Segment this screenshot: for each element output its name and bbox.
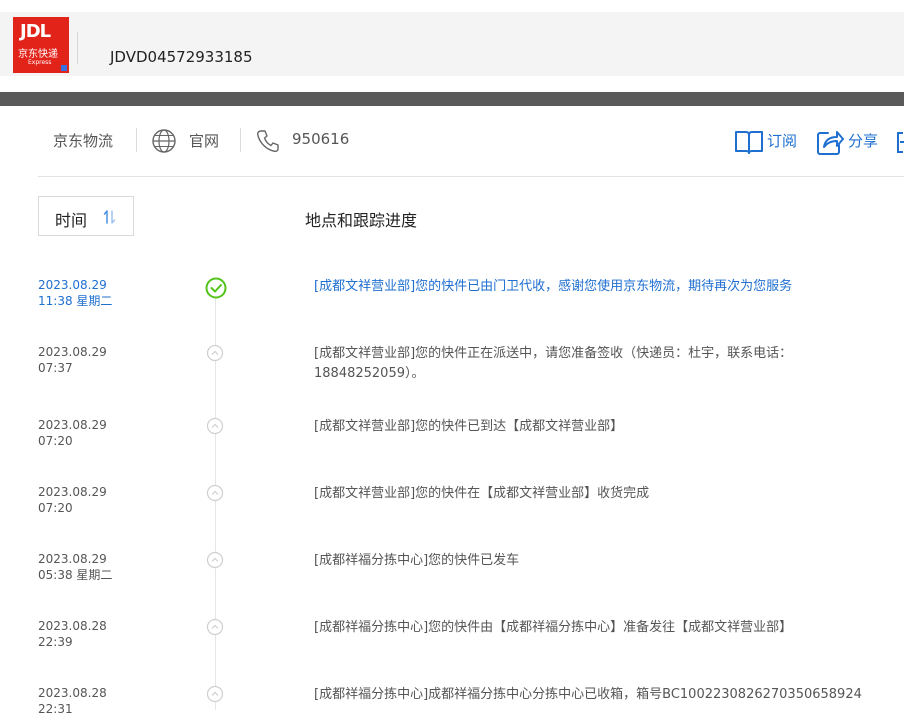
share-icon[interactable]	[816, 128, 844, 156]
overlay-band	[0, 92, 904, 106]
logo-corner-mark	[61, 65, 67, 71]
event-description: [成都文祥营业部]您的快件在【成都文祥营业部】收货完成	[314, 486, 650, 501]
event-time: 07:37	[38, 361, 73, 375]
event-time: 07:20	[38, 434, 73, 448]
event-date: 2023.08.28	[38, 686, 107, 700]
chevron-up-circle-icon	[206, 551, 224, 569]
chevron-up-circle-icon	[206, 417, 224, 435]
subscribe-button[interactable]: 订阅	[767, 130, 797, 151]
event-timestamp: 2023.08.29 05:38 星期二	[38, 551, 112, 583]
info-divider-line	[38, 176, 904, 177]
event-timestamp: 2023.08.28 22:31	[38, 685, 107, 717]
carrier-info-bar: 京东物流 官网 950616 订阅 分享	[0, 106, 904, 176]
logo-cn-text: 京东快递	[18, 49, 58, 60]
event-timestamp: 2023.08.28 22:39	[38, 618, 107, 650]
sort-label: 时间	[55, 211, 88, 230]
chevron-up-circle-icon	[206, 618, 224, 636]
sort-arrows-icon	[103, 210, 116, 224]
logo-en-text: Express	[28, 59, 52, 66]
progress-column-title: 地点和跟踪进度	[305, 211, 418, 230]
delivered-check-icon	[205, 277, 227, 299]
chevron-up-circle-icon	[206, 685, 224, 703]
tracking-number: JDVD04572933185	[110, 48, 253, 66]
event-timestamp: 2023.08.29 07:37	[38, 344, 107, 376]
event-time: 07:20	[38, 501, 73, 515]
top-header: JDL 京东快递 Express JDVD04572933185	[0, 0, 904, 92]
chevron-up-circle-icon	[206, 484, 224, 502]
event-timestamp: 2023.08.29 07:20	[38, 484, 107, 516]
website-link[interactable]: 官网	[189, 130, 219, 151]
event-date: 2023.08.28	[38, 619, 107, 633]
carrier-name: 京东物流	[53, 132, 114, 150]
phone-icon[interactable]	[255, 128, 281, 154]
event-description: [成都文祥营业部]您的快件已由门卫代收，感谢您使用京东物流，期待再次为您服务	[314, 279, 793, 294]
logo-jdl-text: JDL	[20, 21, 51, 42]
event-date: 2023.08.29	[38, 278, 107, 292]
event-timestamp: 2023.08.29 07:20	[38, 417, 107, 449]
event-timestamp: 2023.08.29 11:38 星期二	[38, 277, 112, 309]
event-date: 2023.08.29	[38, 552, 107, 566]
event-date: 2023.08.29	[38, 345, 107, 359]
header-divider	[77, 32, 78, 64]
share-button[interactable]: 分享	[848, 130, 878, 151]
info-divider	[240, 128, 241, 152]
more-action-icon[interactable]	[896, 128, 904, 156]
event-time: 11:38 星期二	[38, 294, 113, 308]
event-description: [成都祥福分拣中心]成都祥福分拣中心分拣中心已收箱，箱号BC1002230826…	[314, 687, 862, 702]
event-time: 05:38 星期二	[38, 568, 113, 582]
event-time: 22:39	[38, 635, 73, 649]
event-date: 2023.08.29	[38, 485, 107, 499]
globe-icon[interactable]	[151, 128, 177, 154]
chevron-up-circle-icon	[206, 344, 224, 362]
jdl-express-logo[interactable]: JDL 京东快递 Express	[13, 17, 69, 73]
event-description: [成都祥福分拣中心]您的快件已发车	[314, 553, 520, 568]
event-description: [成都祥福分拣中心]您的快件由【成都祥福分拣中心】准备发往【成都文祥营业部】	[314, 620, 793, 635]
event-description: [成都文祥营业部]您的快件已到达【成都文祥营业部】	[314, 419, 624, 434]
carrier-phone[interactable]: 950616	[292, 130, 349, 148]
tracking-header-bar: JDL 京东快递 Express JDVD04572933185	[0, 12, 904, 76]
tracking-card: 京东物流 官网 950616 订阅 分享 时间 地点和跟踪进度 2023.08.…	[0, 106, 904, 716]
info-divider	[136, 128, 137, 152]
sort-by-time-button[interactable]: 时间	[38, 196, 134, 236]
event-date: 2023.08.29	[38, 418, 107, 432]
event-time: 22:31	[38, 702, 73, 716]
event-description: [成都文祥营业部]您的快件正在派送中，请您准备签收（快递员：杜宇，联系电话：18…	[314, 346, 793, 381]
subscribe-book-icon[interactable]	[734, 128, 764, 156]
